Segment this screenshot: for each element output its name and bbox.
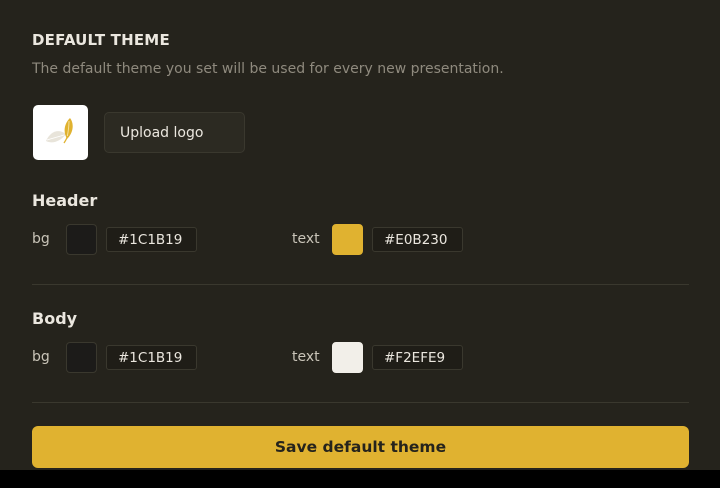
body-bg-swatch[interactable] <box>66 342 97 373</box>
header-section-label: Header <box>32 191 98 210</box>
header-bg-label: bg <box>32 231 50 247</box>
logo-preview <box>33 105 88 160</box>
body-text-swatch[interactable] <box>332 342 363 373</box>
theme-settings-panel: DEFAULT THEME The default theme you set … <box>0 0 720 470</box>
body-section-label: Body <box>32 309 78 328</box>
leaf-logo-icon <box>46 118 73 144</box>
save-default-theme-button[interactable]: Save default theme <box>32 426 689 468</box>
header-text-hex-input[interactable]: #E0B230 <box>372 227 463 252</box>
body-bg-hex-input[interactable]: #1C1B19 <box>106 345 197 370</box>
header-bg-hex-input[interactable]: #1C1B19 <box>106 227 197 252</box>
body-text-hex-input[interactable]: #F2EFE9 <box>372 345 463 370</box>
upload-logo-button[interactable]: Upload logo <box>104 112 245 153</box>
header-bg-swatch[interactable] <box>66 224 97 255</box>
section-subtitle: The default theme you set will be used f… <box>32 61 504 77</box>
body-bg-label: bg <box>32 349 50 365</box>
header-text-label: text <box>292 231 320 247</box>
divider <box>32 284 689 285</box>
section-title: DEFAULT THEME <box>32 31 170 49</box>
divider <box>32 402 689 403</box>
header-text-swatch[interactable] <box>332 224 363 255</box>
body-text-label: text <box>292 349 320 365</box>
